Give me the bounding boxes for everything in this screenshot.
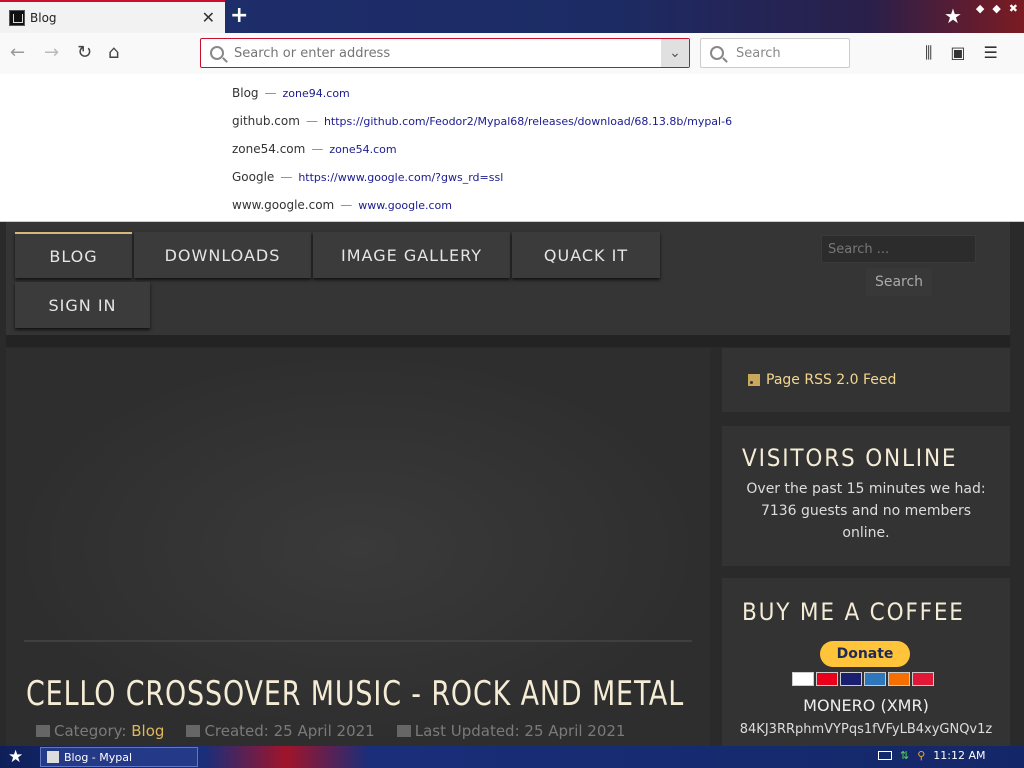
toolbar-right: ⫼ ▣ ☰ — [925, 43, 998, 63]
site-header: BLOG DOWNLOADS IMAGE GALLERY QUACK IT SI… — [6, 222, 1010, 335]
sidebar-icon[interactable]: ▣ — [950, 43, 965, 63]
suggestion-item[interactable]: www.google.com — www.google.com — [232, 198, 452, 212]
visitors-text: Over the past 15 minutes we had: 7136 gu… — [746, 481, 986, 541]
close-window-icon[interactable]: ✖ — [1009, 2, 1018, 15]
coffee-title: BUY ME A COFFEE — [742, 598, 965, 626]
start-button-icon[interactable]: ★ — [8, 747, 23, 767]
visitors-title: VISITORS ONLINE — [742, 444, 958, 472]
system-tray: ⇅ ⚲ 11:12 AM — [878, 749, 986, 762]
coffee-box: BUY ME A COFFEE Donate MONERO (XMR) 84KJ… — [722, 578, 1010, 748]
menu-item-blog[interactable]: BLOG — [15, 232, 132, 278]
new-tab-button[interactable]: + — [230, 3, 248, 28]
search-bar[interactable]: Search — [700, 38, 850, 68]
reload-icon[interactable]: ↻ — [77, 42, 92, 63]
taskbar-item[interactable]: Blog - Mypal — [40, 747, 198, 767]
maximize-icon[interactable]: ◆ — [992, 2, 1000, 15]
visitors-box: VISITORS ONLINE Over the past 15 minutes… — [722, 426, 1010, 566]
url-bar[interactable]: ⌄ — [200, 38, 690, 68]
home-icon[interactable]: ⌂ — [108, 42, 119, 63]
clock[interactable]: 11:12 AM — [933, 749, 985, 762]
suggestion-url: https://www.google.com/?gws_rd=ssl — [298, 171, 504, 184]
monero-label: MONERO (XMR) — [803, 696, 929, 715]
category-meta: Category: Blog — [36, 722, 164, 740]
browser-logo-icon: ★ — [944, 4, 962, 28]
suggestion-item[interactable]: Blog — zone94.com — [232, 86, 350, 100]
site-search-input[interactable]: Search ... — [821, 235, 976, 263]
menu-icon[interactable]: ☰ — [984, 43, 998, 63]
created-meta: Created: 25 April 2021 — [186, 722, 375, 740]
rss-label: Page RSS 2.0 Feed — [766, 372, 897, 388]
minimize-icon[interactable]: ◆ — [976, 2, 984, 15]
url-suggestions-dropdown: Blog — zone94.com github.com — https://githu… — [0, 74, 1024, 222]
suggestion-item[interactable]: zone54.com — zone54.com — [232, 142, 397, 156]
suggestion-title: zone54.com — [232, 142, 306, 156]
close-tab-icon[interactable]: ✕ — [202, 8, 215, 27]
mastercard-icon — [816, 672, 838, 686]
donate-button[interactable]: Donate — [820, 641, 910, 667]
search-icon[interactable]: ⚲ — [917, 749, 925, 762]
taskbar-item-label: Blog - Mypal — [64, 750, 133, 764]
tab-strip: Blog ✕ + ★ ◆ ◆ ✖ — [0, 0, 1024, 33]
suggestion-title: Blog — [232, 86, 259, 100]
suggestion-item[interactable]: github.com — https://github.com/Feodor2/My… — [232, 114, 732, 128]
header-separator — [6, 335, 1010, 347]
suggestion-url: www.google.com — [358, 199, 452, 212]
site-search-button[interactable]: Search — [866, 268, 932, 296]
menu-item-sign-in[interactable]: SIGN IN — [15, 282, 150, 328]
article-title[interactable]: CELLO CROSSOVER MUSIC - ROCK AND METAL — [26, 674, 684, 714]
suggestion-title: github.com — [232, 114, 300, 128]
rss-icon — [748, 374, 760, 386]
rss-link[interactable]: Page RSS 2.0 Feed — [748, 372, 896, 388]
amex-icon — [864, 672, 886, 686]
article-meta: Category: Blog Created: 25 April 2021 La… — [36, 722, 625, 740]
back-icon[interactable]: ← — [10, 42, 25, 63]
window-controls: ◆ ◆ ✖ — [976, 2, 1018, 15]
search-icon — [710, 46, 724, 60]
category-link[interactable]: Blog — [131, 722, 164, 740]
created-date: Created: 25 April 2021 — [204, 722, 375, 740]
website-content: BLOG DOWNLOADS IMAGE GALLERY QUACK IT SI… — [0, 222, 1024, 748]
folder-icon — [36, 725, 50, 737]
library-icon[interactable]: ⫼ — [925, 43, 932, 63]
calendar-icon — [396, 725, 411, 737]
browser-tab[interactable]: Blog ✕ — [0, 0, 225, 33]
tab-title: Blog — [30, 10, 57, 25]
chevron-down-icon[interactable]: ⌄ — [661, 39, 689, 67]
visa-icon — [792, 672, 814, 686]
updated-meta: Last Updated: 25 April 2021 — [396, 722, 626, 740]
menu-item-quack-it[interactable]: QUACK IT — [512, 232, 660, 278]
menu-item-downloads[interactable]: DOWNLOADS — [134, 232, 311, 278]
calendar-icon — [186, 725, 201, 737]
search-icon — [210, 46, 224, 60]
article-panel: CELLO CROSSOVER MUSIC - ROCK AND METAL C… — [6, 348, 710, 748]
suggestion-item[interactable]: Google — https://www.google.com/?gws_rd=ss… — [232, 170, 503, 184]
nav-bar: ← → ↻ ⌂ ⌄ Search ⫼ ▣ ☰ — [0, 33, 1024, 74]
suggestion-title: www.google.com — [232, 198, 335, 212]
card-icon — [912, 672, 934, 686]
maestro-icon — [840, 672, 862, 686]
monero-address: 84KJ3RRphmVYPqs1fVFyLB4xyGNQv1z — [739, 722, 993, 737]
search-placeholder: Search — [736, 45, 781, 61]
discover-icon — [888, 672, 910, 686]
keyboard-icon[interactable] — [878, 751, 892, 760]
suggestion-title: Google — [232, 170, 275, 184]
rss-box: Page RSS 2.0 Feed — [722, 348, 1010, 412]
network-icon[interactable]: ⇅ — [900, 749, 909, 762]
divider — [24, 640, 692, 642]
menu-item-image-gallery[interactable]: IMAGE GALLERY — [313, 232, 510, 278]
favicon-icon — [9, 9, 25, 26]
suggestion-url: zone94.com — [282, 87, 350, 100]
suggestion-url: zone54.com — [329, 143, 397, 156]
payment-cards — [792, 672, 934, 686]
app-icon — [47, 751, 59, 763]
url-input[interactable] — [234, 45, 661, 61]
category-label: Category: — [54, 722, 127, 740]
suggestion-url: https://github.com/Feodor2/Mypal68/relea… — [323, 115, 733, 128]
taskbar: ★ Blog - Mypal ⇅ ⚲ 11:12 AM — [0, 746, 1024, 768]
forward-icon[interactable]: → — [44, 42, 59, 63]
updated-date: Last Updated: 25 April 2021 — [414, 722, 626, 740]
